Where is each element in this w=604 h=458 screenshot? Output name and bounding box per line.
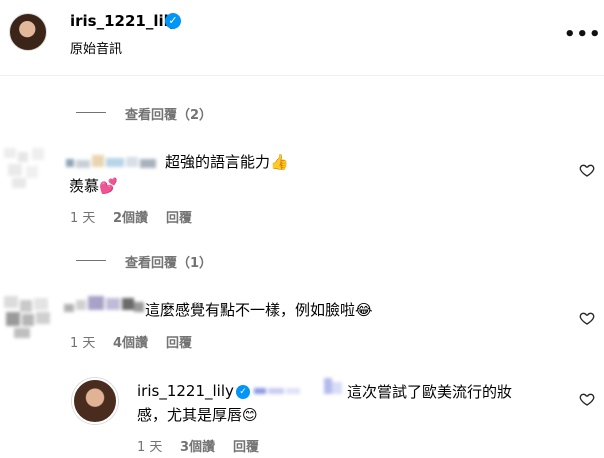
verified-badge-icon: ✓ <box>165 13 181 29</box>
reply-username[interactable]: iris_1221_lily <box>137 382 234 400</box>
view-replies-button[interactable]: 查看回覆（2） <box>125 104 212 123</box>
comment-time: 1 天 <box>70 336 96 351</box>
author-reply-avatar[interactable] <box>72 378 118 424</box>
comment-likes-count[interactable]: 2個讚 <box>113 207 148 226</box>
reply-text: 這次嘗試了歐美流行的妝 <box>347 383 513 401</box>
reply-text-continued: 感，尤其是厚唇😊 <box>137 406 258 424</box>
commenter-avatar-blurred[interactable] <box>4 148 48 192</box>
reply-button[interactable]: 回覆 <box>233 436 259 455</box>
comment-time: 1 天 <box>70 211 96 226</box>
reply-time: 1 天 <box>137 440 163 455</box>
header-username[interactable]: iris_1221_lily <box>70 12 179 30</box>
mentioned-username-blurred[interactable] <box>254 378 344 402</box>
commenter-avatar-blurred[interactable] <box>4 296 52 340</box>
header-avatar[interactable] <box>9 13 47 51</box>
reply-divider-line <box>76 260 106 261</box>
reply-divider-line <box>76 112 106 113</box>
comment-text: 這麼感覺有點不一樣，例如臉啦😂 <box>145 301 373 319</box>
audio-label[interactable]: 原始音訊 <box>70 38 122 57</box>
view-replies-button[interactable]: 查看回覆（1） <box>125 252 212 271</box>
comment-text: 超強的語言能力👍 <box>165 153 289 171</box>
reply-button[interactable]: 回覆 <box>166 207 192 226</box>
heart-outline-icon[interactable] <box>579 310 595 326</box>
header-divider <box>0 75 604 76</box>
commenter-username-blurred[interactable] <box>64 296 144 314</box>
reply-button[interactable]: 回覆 <box>166 332 192 351</box>
comment-text-continued: 羨慕💕 <box>69 177 118 195</box>
heart-outline-icon[interactable] <box>579 162 595 178</box>
verified-badge-icon: ✓ <box>236 385 250 399</box>
more-options-icon[interactable]: ••• <box>564 24 602 45</box>
commenter-username-blurred[interactable] <box>66 155 158 169</box>
reply-likes-count[interactable]: 3個讚 <box>180 436 215 455</box>
heart-outline-icon[interactable] <box>579 391 595 407</box>
comment-likes-count[interactable]: 4個讚 <box>113 332 148 351</box>
